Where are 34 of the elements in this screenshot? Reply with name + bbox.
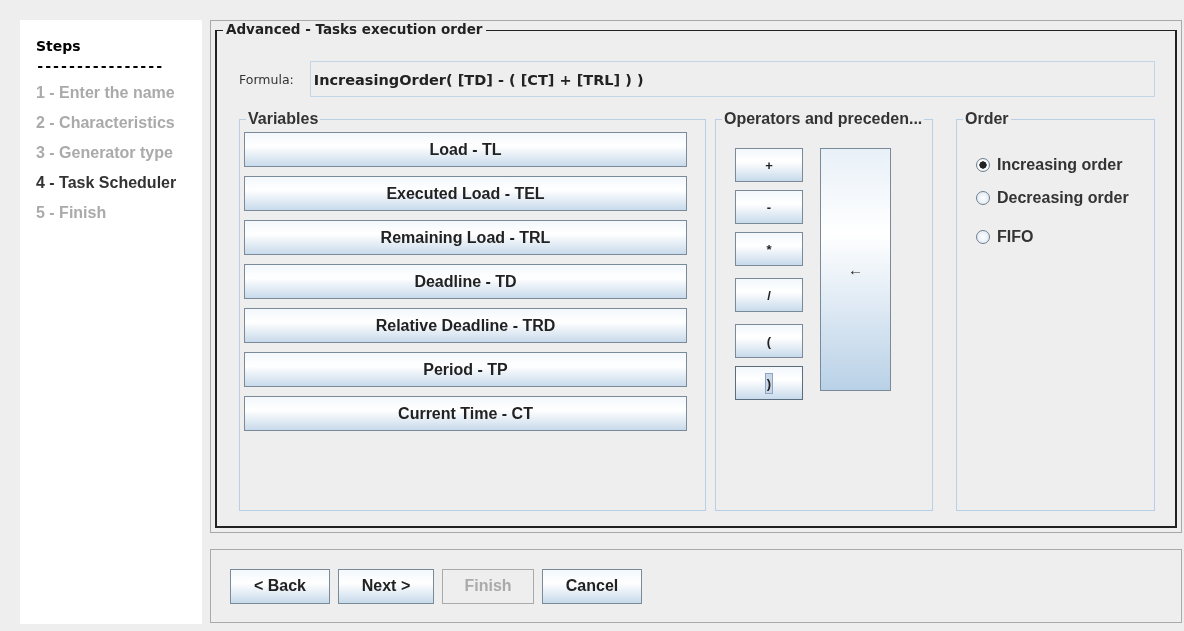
- step-item: 5 - Finish: [36, 203, 108, 223]
- radio-button[interactable]: [976, 229, 990, 244]
- radio-button[interactable]: [976, 157, 990, 172]
- group-title: Operators and preceden...: [722, 110, 925, 128]
- variable-button[interactable]: Load - TL: [244, 132, 687, 167]
- formula-field[interactable]: IncreasingOrder( [TD] - ( [CT] + [TRL] ) ): [309, 61, 1155, 97]
- wizard-button[interactable]: Cancel: [542, 568, 642, 604]
- variable-button[interactable]: Period - TP: [244, 352, 687, 387]
- wizard-button[interactable]: < Back: [230, 568, 330, 604]
- radio-label[interactable]: FIFO: [997, 227, 1034, 246]
- operator-button[interactable]: +: [735, 148, 803, 182]
- variable-button[interactable]: Deadline - TD: [244, 264, 687, 299]
- variable-button[interactable]: Remaining Load - TRL: [244, 220, 687, 255]
- group-title: Advanced - Tasks execution order: [223, 21, 486, 37]
- step-item: 1 - Enter the name: [36, 83, 176, 103]
- radio-label[interactable]: Increasing order: [997, 155, 1123, 174]
- radio-label[interactable]: Decreasing order: [997, 188, 1129, 207]
- operator-button[interactable]: (: [735, 324, 803, 358]
- operator-button[interactable]: /: [735, 278, 803, 312]
- operator-button[interactable]: *: [735, 232, 803, 266]
- step-item: 2 - Characteristics: [36, 113, 176, 133]
- operator-button[interactable]: -: [735, 190, 803, 224]
- step-item: 4 - Task Scheduler: [36, 173, 178, 193]
- steps-divider: ----------------: [36, 58, 164, 74]
- steps-title: Steps: [36, 38, 82, 54]
- backspace-button[interactable]: ←: [820, 148, 891, 391]
- formula-label: Formula:: [239, 71, 294, 87]
- wizard-button[interactable]: Next >: [338, 568, 434, 604]
- step-item: 3 - Generator type: [36, 143, 174, 163]
- operator-button[interactable]: ): [735, 366, 803, 400]
- variable-button[interactable]: Relative Deadline - TRD: [244, 308, 687, 343]
- variable-button[interactable]: Current Time - CT: [244, 396, 687, 431]
- radio-button[interactable]: [976, 190, 990, 205]
- variable-button[interactable]: Executed Load - TEL: [244, 176, 687, 211]
